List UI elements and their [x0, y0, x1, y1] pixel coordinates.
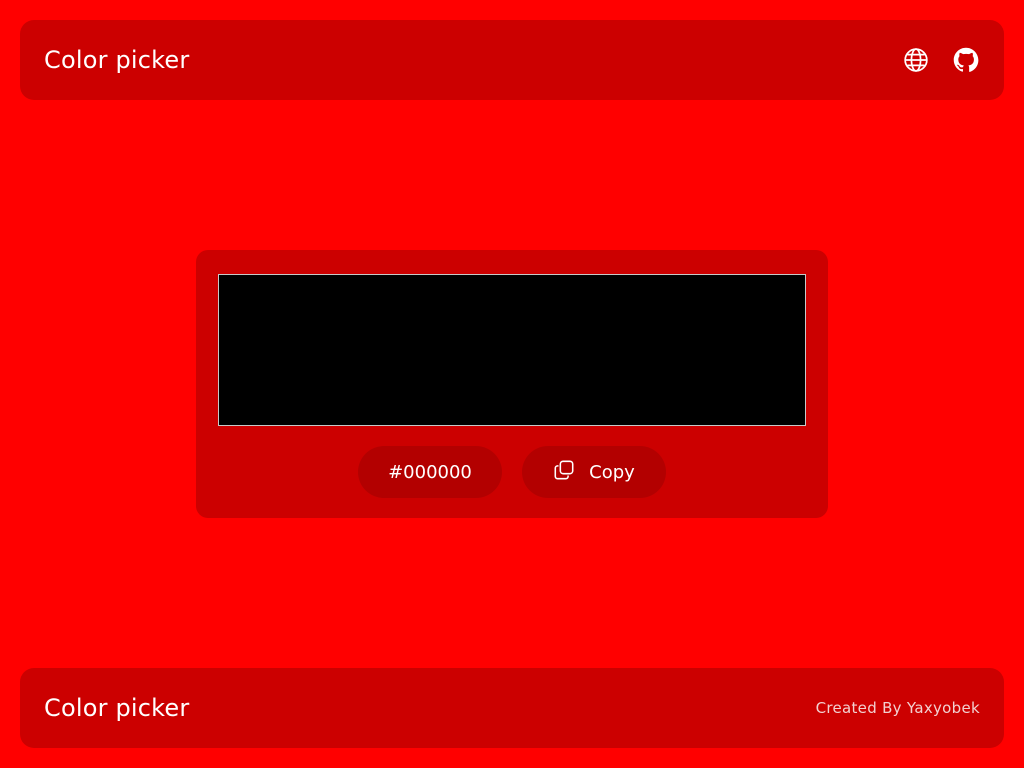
globe-icon[interactable]: [902, 46, 930, 74]
app-title: Color picker: [44, 46, 190, 74]
footer-credit: Created By Yaxyobek: [815, 699, 980, 717]
copy-icon: [553, 459, 575, 486]
color-picker-card: #000000 Copy: [196, 250, 828, 518]
footer: Color picker Created By Yaxyobek: [20, 668, 1004, 748]
top-navbar: Color picker: [20, 20, 1004, 100]
color-swatch[interactable]: [218, 274, 806, 426]
page: Color picker #000000 Copy Color picker C…: [0, 0, 1024, 768]
copy-button[interactable]: Copy: [522, 446, 666, 498]
copy-button-label: Copy: [589, 461, 635, 483]
footer-title: Color picker: [44, 694, 190, 722]
hex-value-display: #000000: [358, 446, 502, 498]
picker-controls: #000000 Copy: [196, 446, 828, 498]
github-icon[interactable]: [952, 46, 980, 74]
header-actions: [902, 46, 980, 74]
